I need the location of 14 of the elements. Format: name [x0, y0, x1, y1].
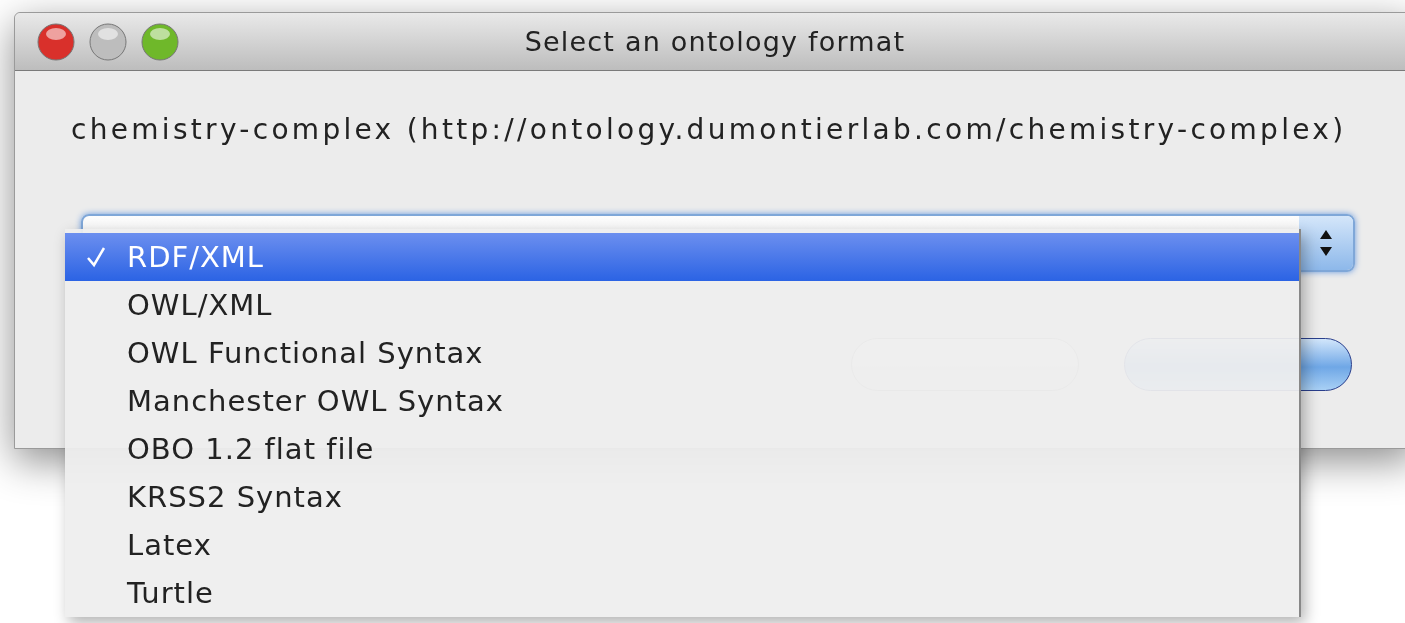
menu-item[interactable]: OWL/XML [65, 281, 1299, 329]
menu-item[interactable]: Turtle [65, 569, 1299, 617]
menu-item[interactable]: KRSS2 Syntax [65, 473, 1299, 521]
checkmark-icon [86, 246, 106, 268]
window-title: Select an ontology format [524, 26, 906, 57]
menu-item[interactable]: Latex [65, 521, 1299, 569]
menu-item[interactable]: Manchester OWL Syntax [65, 377, 1299, 425]
minimize-icon[interactable] [89, 22, 127, 61]
menu-item[interactable]: OWL Functional Syntax [65, 329, 1299, 377]
ontology-label: chemistry-complex (http://ontology.dumontierlab.com/chemistry-complex) [71, 113, 1348, 146]
zoom-icon[interactable] [141, 22, 179, 61]
menu-item[interactable]: RDF/XML [65, 233, 1299, 281]
menu-item[interactable]: OBO 1.2 flat file [65, 425, 1299, 473]
close-icon[interactable] [37, 22, 75, 61]
